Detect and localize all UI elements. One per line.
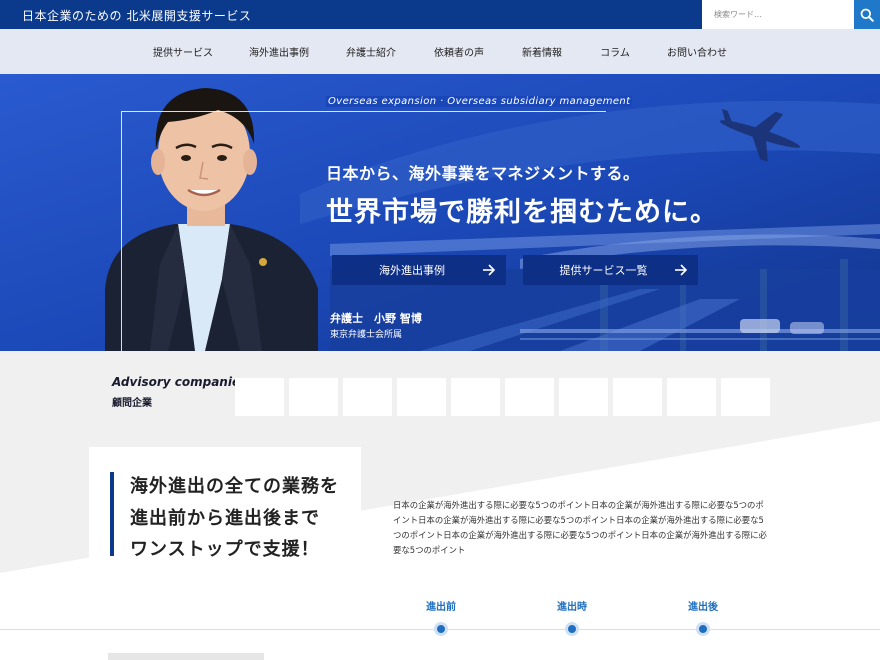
bottom-strip	[108, 653, 264, 660]
company-logo[interactable]	[397, 378, 446, 416]
nav-item-contact[interactable]: お問い合わせ	[667, 44, 727, 59]
services-list-button[interactable]: 提供サービス一覧	[523, 255, 698, 285]
nav-item-column[interactable]: コラム	[600, 44, 630, 59]
timeline-dot	[565, 622, 579, 636]
lawyer-affiliation: 東京弁護士会所属	[330, 330, 403, 340]
feature-accent-bar	[110, 472, 114, 556]
hero-subheading: 日本から、海外事業をマネジメントする。	[326, 164, 640, 183]
hero-banner: Overseas expansion · Overseas subsidiary…	[0, 74, 880, 351]
feature-heading-line: 海外進出の全ての業務を	[130, 476, 339, 497]
search-icon	[860, 8, 874, 22]
timeline-dot	[434, 622, 448, 636]
feature-heading-line: ワンストップで支援！	[130, 539, 320, 560]
advisory-section: Advisory companies 顧問企業	[0, 351, 880, 421]
search-button[interactable]	[854, 0, 880, 29]
timeline-step-after[interactable]: 進出後	[688, 598, 718, 613]
feature-heading-line: 進出前から進出後まで	[130, 508, 320, 529]
feature-description: 日本の企業が海外進出する際に必要な5つのポイント日本の企業が海外進出する際に必要…	[393, 500, 767, 555]
search-input[interactable]	[702, 0, 854, 29]
hero-heading: 世界市場で勝利を掴むために。	[326, 197, 718, 228]
nav-item-news[interactable]: 新着情報	[522, 44, 562, 59]
company-logo[interactable]	[289, 378, 338, 416]
nav-item-testimonials[interactable]: 依頼者の声	[434, 44, 484, 59]
company-logo[interactable]	[559, 378, 608, 416]
main-nav: 提供サービス 海外進出事例 弁護士紹介 依頼者の声 新着情報 コラム お問い合わ…	[0, 29, 880, 74]
company-logo[interactable]	[235, 378, 284, 416]
cases-button[interactable]: 海外進出事例	[332, 255, 506, 285]
company-logo[interactable]	[667, 378, 716, 416]
advisory-title-en: Advisory companies	[112, 375, 248, 389]
nav-item-lawyers[interactable]: 弁護士紹介	[346, 44, 396, 59]
company-logo[interactable]	[721, 378, 770, 416]
timeline-step-during[interactable]: 進出時	[557, 598, 587, 613]
site-title[interactable]: 日本企業のための 北米展開支援サービス	[22, 7, 251, 24]
search-box	[702, 0, 854, 29]
timeline-step-before[interactable]: 進出前	[426, 598, 456, 613]
cases-button-label: 海外進出事例	[379, 264, 445, 277]
lawyer-name: 弁護士 小野 智博	[330, 312, 422, 325]
advisory-title-jp: 顧問企業	[112, 398, 152, 409]
nav-item-cases[interactable]: 海外進出事例	[249, 44, 309, 59]
hero-overseas-label: Overseas expansion · Overseas subsidiary…	[326, 96, 633, 107]
company-logo[interactable]	[343, 378, 392, 416]
nav-item-services[interactable]: 提供サービス	[153, 44, 213, 59]
arrow-right-icon	[675, 264, 688, 276]
company-logo[interactable]	[505, 378, 554, 416]
timeline-dot	[696, 622, 710, 636]
company-logo[interactable]	[451, 378, 500, 416]
services-list-button-label: 提供サービス一覧	[559, 264, 648, 277]
arrow-right-icon	[483, 264, 496, 276]
company-logo[interactable]	[613, 378, 662, 416]
